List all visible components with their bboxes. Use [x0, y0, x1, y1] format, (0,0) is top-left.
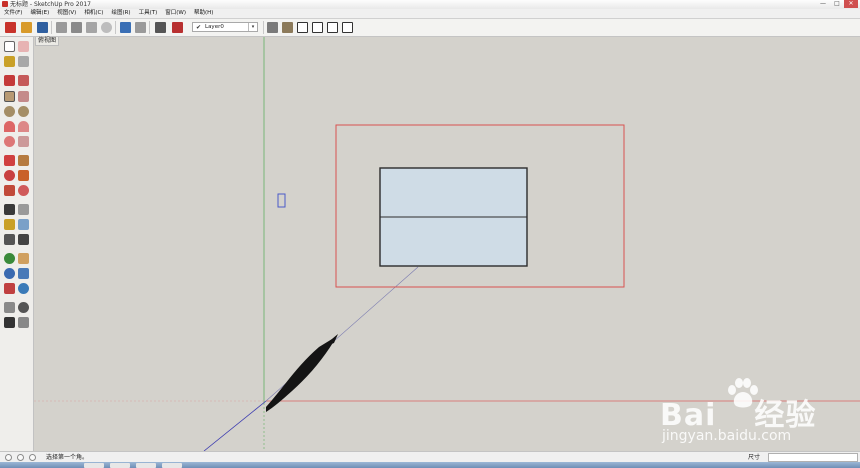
- rectangle-icon[interactable]: [4, 91, 15, 102]
- layer-name: Layer0: [205, 24, 224, 30]
- layer-dropdown[interactable]: ✔ Layer0 ▾: [192, 22, 258, 32]
- save-icon[interactable]: [37, 22, 48, 33]
- walk-icon[interactable]: [4, 317, 15, 328]
- cursor-marker: [277, 193, 286, 208]
- zoom-icon[interactable]: [4, 268, 15, 279]
- taskbar-item[interactable]: [162, 463, 182, 468]
- back-view-icon[interactable]: [327, 22, 338, 33]
- taskbar-item[interactable]: [84, 463, 104, 468]
- offset-icon[interactable]: [18, 185, 29, 196]
- rotated-rectangle-icon[interactable]: [18, 91, 29, 102]
- maximize-button[interactable]: □: [830, 0, 844, 8]
- menu-help[interactable]: 帮助(H): [190, 9, 217, 18]
- protractor-icon[interactable]: [4, 219, 15, 230]
- push-pull-icon[interactable]: [18, 155, 29, 166]
- three-point-arc-icon[interactable]: [4, 136, 15, 147]
- chevron-down-icon[interactable]: ▾: [248, 23, 257, 31]
- 3d-text-icon[interactable]: [18, 234, 29, 245]
- position-camera-icon[interactable]: [4, 302, 15, 313]
- menu-draw[interactable]: 绘图(R): [107, 9, 134, 18]
- follow-me-icon[interactable]: [18, 170, 29, 181]
- move-icon[interactable]: [4, 155, 15, 166]
- right-view-icon[interactable]: [312, 22, 323, 33]
- paste-icon[interactable]: [86, 22, 97, 33]
- previous-view-icon[interactable]: [18, 283, 29, 294]
- arc-icon[interactable]: [4, 121, 15, 132]
- scale-icon[interactable]: [4, 185, 15, 196]
- menu-camera[interactable]: 相机(C): [80, 9, 107, 18]
- menu-file[interactable]: 文件(F): [0, 9, 26, 18]
- text-icon[interactable]: [18, 219, 29, 230]
- credits-icon[interactable]: [17, 454, 24, 461]
- measurements-input[interactable]: [768, 453, 858, 462]
- left-tool-palette: [0, 37, 34, 451]
- getting-started-icon[interactable]: [5, 22, 16, 33]
- polygon-icon[interactable]: [18, 106, 29, 117]
- line-icon[interactable]: [4, 75, 15, 86]
- toolbar-separator: [115, 21, 116, 34]
- menu-window[interactable]: 窗口(W): [161, 9, 190, 18]
- cut-icon[interactable]: [56, 22, 67, 33]
- make-component-icon[interactable]: [18, 56, 29, 67]
- orbit-icon[interactable]: [4, 253, 15, 264]
- front-view-icon[interactable]: [297, 22, 308, 33]
- main-toolbar: ✔ Layer0 ▾: [0, 19, 860, 37]
- two-point-arc-icon[interactable]: [18, 121, 29, 132]
- freehand-icon[interactable]: [18, 75, 29, 86]
- copy-icon[interactable]: [71, 22, 82, 33]
- erase-icon[interactable]: [101, 22, 112, 33]
- zoom-window-icon[interactable]: [18, 268, 29, 279]
- window-title: 无标题 - SketchUp Pro 2017: [10, 1, 91, 8]
- toolbar-separator: [51, 21, 52, 34]
- blue-axis-line: [203, 400, 267, 452]
- rotate-icon[interactable]: [4, 170, 15, 181]
- geo-location-icon[interactable]: [5, 454, 12, 461]
- undo-icon[interactable]: [120, 22, 131, 33]
- toolbar-separator: [149, 21, 150, 34]
- eraser-icon[interactable]: [18, 41, 29, 52]
- minimize-button[interactable]: —: [816, 0, 830, 8]
- iso-view-icon[interactable]: [267, 22, 278, 33]
- menu-edit[interactable]: 编辑(E): [26, 9, 53, 18]
- section-plane-icon[interactable]: [18, 317, 29, 328]
- os-taskbar: [0, 462, 860, 468]
- zoom-extents-icon[interactable]: [4, 283, 15, 294]
- model-info-icon[interactable]: [172, 22, 183, 33]
- window-controls: — □ ✕: [816, 0, 858, 9]
- dimension-icon[interactable]: [18, 204, 29, 215]
- taskbar-item[interactable]: [110, 463, 130, 468]
- pie-icon[interactable]: [18, 136, 29, 147]
- menu-view[interactable]: 视图(V): [53, 9, 80, 18]
- menu-bar: 文件(F) 编辑(E) 视图(V) 相机(C) 绘图(R) 工具(T) 窗口(W…: [0, 9, 860, 19]
- select-icon[interactable]: [4, 41, 15, 52]
- pan-icon[interactable]: [18, 253, 29, 264]
- close-button[interactable]: ✕: [844, 0, 858, 8]
- open-icon[interactable]: [21, 22, 32, 33]
- top-view-icon[interactable]: [282, 22, 293, 33]
- look-around-icon[interactable]: [18, 302, 29, 313]
- print-icon[interactable]: [155, 22, 166, 33]
- help-icon[interactable]: [29, 454, 36, 461]
- taskbar-item[interactable]: [136, 463, 156, 468]
- scene-tab[interactable]: 俯视图: [35, 37, 60, 46]
- circle-icon[interactable]: [4, 106, 15, 117]
- tape-measure-icon[interactable]: [4, 204, 15, 215]
- left-view-icon[interactable]: [342, 22, 353, 33]
- layer-check-icon: ✔: [196, 24, 202, 31]
- sketchup-logo-icon: [2, 1, 8, 7]
- redo-icon[interactable]: [135, 22, 146, 33]
- axes-icon[interactable]: [4, 234, 15, 245]
- watermark-url: jingyan.baidu.com: [662, 428, 792, 444]
- baidu-watermark: Bai 经验 jingyan.baidu.com: [660, 378, 850, 448]
- paint-bucket-icon[interactable]: [4, 56, 15, 67]
- toolbar-separator: [263, 21, 264, 34]
- menu-tools[interactable]: 工具(T): [135, 9, 162, 18]
